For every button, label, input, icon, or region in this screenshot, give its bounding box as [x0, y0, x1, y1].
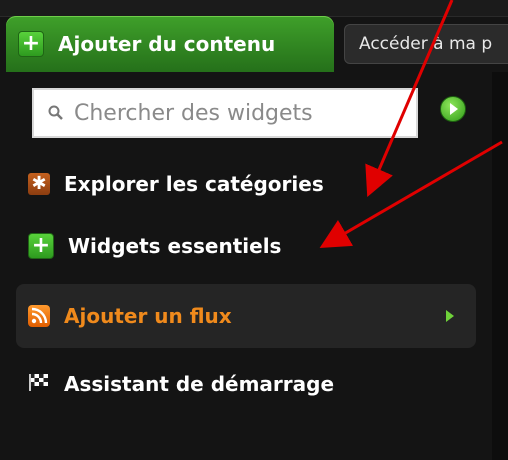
plus-icon: + [18, 31, 44, 57]
menu-item-startup-wizard[interactable]: Assistant de démarrage [16, 352, 476, 416]
add-content-label: Ajouter du contenu [58, 32, 276, 56]
rss-feed-icon [28, 305, 50, 327]
top-strip [0, 0, 508, 17]
menu-item-explore-categories[interactable]: ✱ Explorer les catégories [16, 152, 476, 216]
menu-item-label: Widgets essentiels [68, 234, 282, 258]
menu-item-label: Explorer les catégories [64, 172, 324, 196]
checkered-flag-icon [28, 372, 50, 397]
widgets-panel: + Ajouter du contenu Accéder à ma p ✱ Ex… [0, 0, 508, 460]
asterisk-category-icon: ✱ [28, 173, 50, 195]
plus-icon: + [28, 233, 54, 259]
goto-page-label: Accéder à ma p [359, 34, 493, 54]
menu-item-essential-widgets[interactable]: + Widgets essentiels [16, 214, 476, 278]
search-icon [48, 105, 63, 120]
search-go-button[interactable] [440, 96, 466, 122]
goto-page-tab[interactable]: Accéder à ma p [344, 24, 508, 64]
chevron-right-icon [446, 310, 454, 322]
add-content-tab[interactable]: + Ajouter du contenu [6, 16, 334, 72]
menu-item-label: Assistant de démarrage [64, 372, 335, 396]
menu-item-label: Ajouter un flux [64, 304, 232, 328]
search-input[interactable] [72, 99, 396, 127]
search-box[interactable] [32, 88, 418, 138]
content-edge [492, 72, 508, 460]
menu-item-add-feed[interactable]: Ajouter un flux [16, 284, 476, 348]
